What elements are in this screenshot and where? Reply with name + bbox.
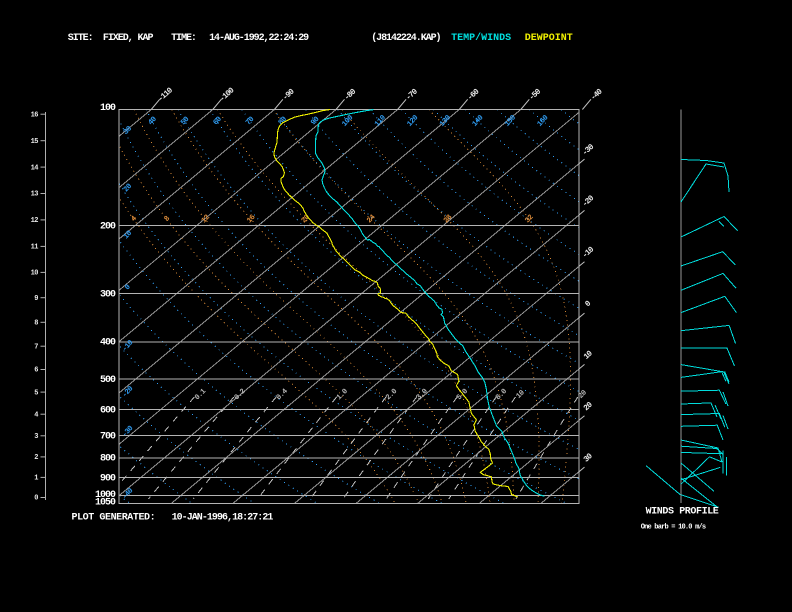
svg-text:200: 200	[100, 221, 116, 232]
svg-text:800: 800	[100, 454, 116, 465]
svg-text:600: 600	[100, 406, 116, 417]
svg-text:14-AUG-1992,22:24:29: 14-AUG-1992,22:24:29	[209, 33, 309, 44]
svg-text:16: 16	[31, 111, 39, 119]
svg-text:PLOT GENERATED:: PLOT GENERATED:	[72, 513, 156, 524]
svg-text:TIME:: TIME:	[171, 33, 196, 44]
svg-text:SITE:: SITE:	[68, 33, 93, 44]
svg-text:5: 5	[34, 389, 38, 397]
svg-text:400: 400	[100, 338, 116, 349]
svg-text:0: 0	[34, 495, 38, 503]
svg-text:12: 12	[31, 217, 39, 225]
svg-text:WINDS PROFILE: WINDS PROFILE	[646, 507, 719, 518]
svg-text:1050: 1050	[95, 497, 116, 508]
svg-text:10-JAN-1996,18:27:21: 10-JAN-1996,18:27:21	[172, 513, 274, 524]
svg-text:One barb = 10.0 m/s: One barb = 10.0 m/s	[641, 524, 706, 532]
svg-text:6: 6	[34, 367, 38, 375]
svg-text:4: 4	[34, 411, 38, 419]
svg-text:10: 10	[31, 270, 39, 278]
svg-text:FIXED, KAP: FIXED, KAP	[103, 33, 154, 44]
svg-text:TEMP/WINDS: TEMP/WINDS	[451, 32, 511, 44]
svg-text:8: 8	[34, 320, 38, 328]
svg-text:DEWPOINT: DEWPOINT	[525, 33, 573, 44]
svg-text:14: 14	[31, 164, 39, 172]
svg-text:(J8142224.KAP): (J8142224.KAP)	[371, 32, 440, 44]
svg-text:13: 13	[31, 191, 39, 199]
svg-text:700: 700	[100, 431, 116, 442]
svg-text:15: 15	[31, 138, 39, 146]
svg-text:100: 100	[100, 103, 116, 114]
svg-text:500: 500	[100, 375, 116, 386]
svg-text:900: 900	[100, 474, 116, 485]
svg-text:11: 11	[31, 244, 39, 252]
svg-text:3: 3	[34, 433, 38, 441]
svg-text:7: 7	[34, 343, 38, 351]
svg-text:1: 1	[34, 475, 38, 483]
svg-text:2: 2	[34, 454, 38, 462]
svg-text:300: 300	[100, 289, 116, 300]
svg-text:9: 9	[34, 295, 38, 303]
